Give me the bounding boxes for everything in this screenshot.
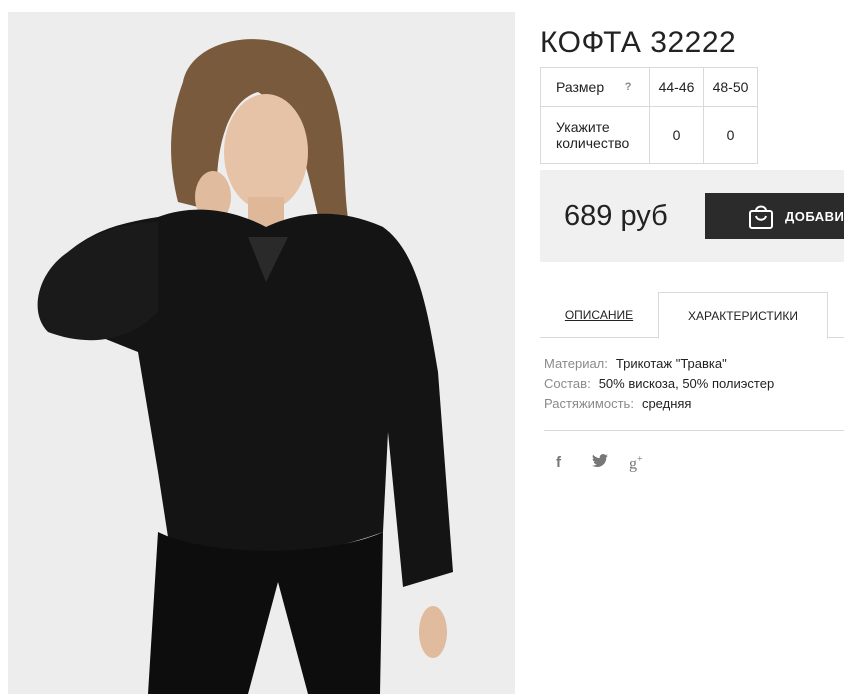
section-divider: [544, 430, 844, 431]
spec-key: Растяжимость:: [544, 396, 634, 411]
add-to-cart-button[interactable]: ДОБАВИТ: [705, 193, 844, 239]
size-option-48-50: 48-50: [703, 67, 758, 107]
tab-description[interactable]: ОПИСАНИЕ: [540, 292, 658, 337]
tab-characteristics[interactable]: ХАРАКТЕРИСТИКИ: [658, 292, 828, 339]
size-label-cell: Размер ?: [540, 67, 650, 107]
price: 689 руб: [564, 200, 668, 232]
size-label: Размер: [556, 79, 605, 95]
spec-value: 50% вискоза, 50% полиэстер: [598, 376, 775, 391]
spec-key: Материал:: [544, 356, 608, 371]
quantity-row: Укажите количество 0 0: [540, 106, 758, 164]
product-info: КОФТА 32222 Размер ? 44-46 48-50 Укажите…: [540, 0, 844, 694]
spec-key: Состав:: [544, 376, 591, 391]
spec-value: средняя: [641, 396, 692, 411]
size-option-44-46: 44-46: [649, 67, 704, 107]
quantity-label: Укажите количество: [556, 119, 630, 151]
product-photo[interactable]: [8, 12, 515, 694]
price-box: 689 руб ДОБАВИТ: [540, 170, 844, 262]
product-tabs: ОПИСАНИЕ ХАРАКТЕРИСТИКИ: [540, 292, 844, 339]
spec-row-composition: Состав: 50% вискоза, 50% полиэстер: [544, 374, 774, 394]
facebook-icon[interactable]: f: [556, 454, 561, 471]
size-table: Размер ? 44-46 48-50 Укажите количество …: [540, 67, 758, 164]
spec-row-stretch: Растяжимость: средняя: [544, 394, 774, 414]
add-to-cart-label: ДОБАВИТ: [785, 209, 844, 224]
twitter-icon[interactable]: [592, 454, 608, 472]
gplus-plus: +: [637, 454, 643, 465]
quantity-input-44-46[interactable]: 0: [649, 106, 704, 164]
product-photo-illustration: [8, 12, 515, 694]
product-title: КОФТА 32222: [540, 26, 737, 60]
gplus-glyph: g: [629, 455, 637, 473]
specs-list: Материал: Трикотаж "Травка" Состав: 50% ви…: [544, 354, 774, 414]
quantity-label-cell: Укажите количество: [540, 106, 650, 164]
size-help-icon[interactable]: ?: [622, 81, 634, 93]
quantity-input-48-50[interactable]: 0: [703, 106, 758, 164]
size-row: Размер ? 44-46 48-50: [540, 67, 758, 107]
google-plus-icon[interactable]: g+: [629, 454, 643, 473]
spec-row-material: Материал: Трикотаж "Травка": [544, 354, 774, 374]
spec-value: Трикотаж "Травка": [615, 356, 727, 371]
shopping-bag-icon: [749, 205, 773, 229]
